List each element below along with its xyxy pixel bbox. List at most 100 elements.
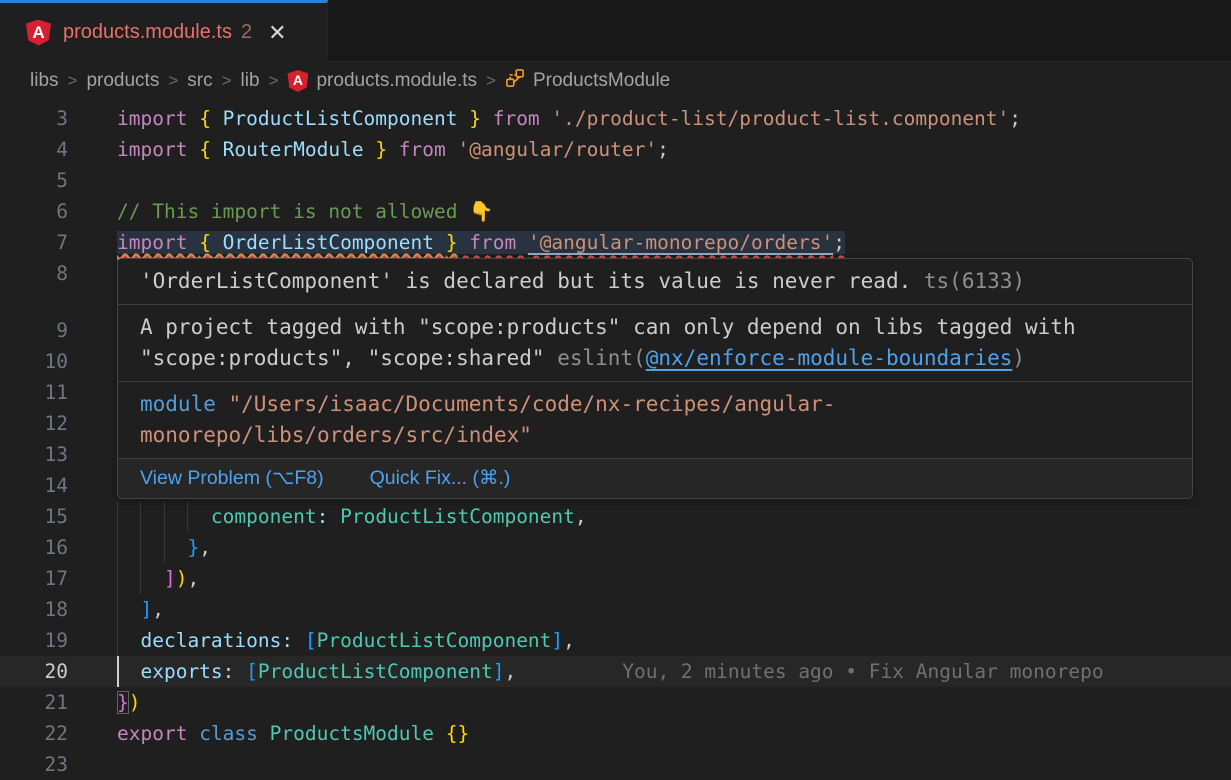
line-number[interactable]: 8 bbox=[0, 258, 68, 289]
token: ] bbox=[140, 598, 152, 621]
line-number[interactable]: 15 bbox=[0, 501, 68, 532]
token: } bbox=[187, 536, 199, 559]
code-line-content: declarations: [ProductListComponent], bbox=[68, 625, 1231, 656]
hover-eslint-message: A project tagged with "scope:products" c… bbox=[118, 305, 1192, 382]
breadcrumb-item-products[interactable]: products bbox=[86, 70, 159, 92]
line-number[interactable]: 6 bbox=[0, 196, 68, 227]
chevron-right-icon: > bbox=[269, 71, 279, 91]
breadcrumb-item-libs[interactable]: libs bbox=[30, 70, 59, 92]
view-problem-link[interactable]: View Problem (⌥F8) bbox=[140, 463, 324, 494]
tab-products-module[interactable]: A products.module.ts 2 ✕ bbox=[0, 0, 328, 62]
line-number[interactable]: 3 bbox=[0, 103, 68, 134]
line-number[interactable]: 23 bbox=[0, 749, 68, 780]
breadcrumb-item-file[interactable]: A products.module.ts bbox=[287, 70, 477, 92]
token: , bbox=[152, 598, 164, 621]
token: ProductListComponent bbox=[317, 629, 552, 652]
breadcrumb-item-symbol[interactable]: ProductsModule bbox=[505, 68, 670, 94]
breadcrumb-item-src[interactable]: src bbox=[187, 70, 212, 92]
code-line-content: import { RouterModule } from '@angular/r… bbox=[68, 134, 1231, 165]
code-line-content bbox=[68, 165, 1231, 196]
code-line-content: ], bbox=[68, 594, 1231, 625]
indent-guide bbox=[164, 501, 165, 532]
breadcrumb-item-lib[interactable]: lib bbox=[241, 70, 260, 92]
hover-module-info: module "/Users/isaac/Documents/code/nx-r… bbox=[118, 382, 1192, 459]
quick-fix-link[interactable]: Quick Fix... (⌘.) bbox=[370, 463, 511, 494]
line-number[interactable]: 14 bbox=[0, 470, 68, 501]
line-number[interactable]: 11 bbox=[0, 377, 68, 408]
close-icon[interactable]: ✕ bbox=[268, 22, 286, 44]
token: from bbox=[387, 138, 457, 161]
token: './product-list/product-list.component' bbox=[551, 107, 1009, 130]
line-number[interactable]: 4 bbox=[0, 134, 68, 165]
chevron-right-icon: > bbox=[68, 71, 78, 91]
token: } bbox=[117, 691, 129, 714]
line-number[interactable]: 17 bbox=[0, 563, 68, 594]
indent-guide bbox=[187, 501, 188, 532]
code-line[interactable]: 22export class ProductsModule {} bbox=[0, 718, 1231, 749]
code-line[interactable]: 20 exports: [ProductListComponent],You, … bbox=[0, 656, 1231, 687]
git-blame-annotation: You, 2 minutes ago • Fix Angular monorep… bbox=[622, 660, 1103, 683]
token: , bbox=[187, 567, 199, 590]
code-line[interactable]: 18 ], bbox=[0, 594, 1231, 625]
line-number[interactable]: 9 bbox=[0, 315, 68, 346]
code-line[interactable]: 23 bbox=[0, 749, 1231, 780]
code-line[interactable]: 19 declarations: [ProductListComponent], bbox=[0, 625, 1231, 656]
token: 👇 bbox=[469, 200, 493, 223]
hover-popup: 'OrderListComponent' is declared but its… bbox=[117, 258, 1193, 499]
code-line-content: }) bbox=[68, 687, 1231, 718]
line-number[interactable]: 20 bbox=[0, 656, 68, 687]
token: ; bbox=[657, 138, 669, 161]
token: { bbox=[199, 107, 211, 130]
line-number[interactable]: 5 bbox=[0, 165, 68, 196]
token: OrderListComponent bbox=[211, 231, 446, 254]
code-line[interactable]: 17 ]), bbox=[0, 563, 1231, 594]
line-number[interactable]: 18 bbox=[0, 594, 68, 625]
token: RouterModule bbox=[211, 138, 375, 161]
chevron-right-icon: > bbox=[168, 71, 178, 91]
indent-guide bbox=[117, 625, 118, 656]
token: ] bbox=[164, 567, 176, 590]
tab-error-count: 2 bbox=[241, 21, 252, 44]
class-symbol-icon bbox=[505, 68, 525, 94]
code-line[interactable]: 16 }, bbox=[0, 532, 1231, 563]
code-line[interactable]: 6// This import is not allowed 👇 bbox=[0, 196, 1231, 227]
line-number[interactable]: 13 bbox=[0, 439, 68, 470]
angular-icon: A bbox=[26, 20, 51, 46]
token: import bbox=[117, 107, 199, 130]
token: ; bbox=[833, 231, 845, 254]
code-line[interactable]: 7 import { OrderListComponent } from '@an… bbox=[0, 227, 1231, 258]
token: import bbox=[117, 231, 199, 254]
line-number[interactable]: 12 bbox=[0, 408, 68, 439]
line-number[interactable]: 22 bbox=[0, 718, 68, 749]
code-line[interactable]: 21}) bbox=[0, 687, 1231, 718]
indent-guide bbox=[140, 501, 141, 532]
token: ) bbox=[176, 567, 188, 590]
token: ] bbox=[551, 629, 563, 652]
tab-title: products.module.ts bbox=[63, 21, 232, 44]
code-line[interactable]: 4import { RouterModule } from '@angular/… bbox=[0, 134, 1231, 165]
code-line-content: ]), bbox=[68, 563, 1231, 594]
line-number[interactable]: 16 bbox=[0, 532, 68, 563]
code-line[interactable]: 15 component: ProductListComponent, bbox=[0, 501, 1231, 532]
indent-guide bbox=[117, 563, 118, 594]
token: ProductListComponent bbox=[211, 107, 469, 130]
code-line[interactable]: 3import { ProductListComponent } from '.… bbox=[0, 103, 1231, 134]
line-number[interactable]: 7 bbox=[0, 227, 68, 258]
token: { bbox=[199, 231, 211, 254]
line-number[interactable]: 21 bbox=[0, 687, 68, 718]
breadcrumb: libs > products > src > lib > A products… bbox=[0, 62, 1231, 100]
token: ) bbox=[129, 691, 141, 714]
code-line[interactable]: 5 bbox=[0, 165, 1231, 196]
eslint-rule-link[interactable]: @nx/enforce-module-boundaries bbox=[646, 346, 1013, 370]
code-line-content: component: ProductListComponent, bbox=[68, 501, 1231, 532]
error-highlight-range: import { OrderListComponent } from '@ang… bbox=[117, 231, 845, 254]
line-number[interactable]: 10 bbox=[0, 346, 68, 377]
line-number[interactable]: 19 bbox=[0, 625, 68, 656]
token bbox=[117, 598, 140, 621]
token bbox=[117, 536, 187, 559]
token: class bbox=[199, 722, 269, 745]
hover-status-bar: View Problem (⌥F8) Quick Fix... (⌘.) bbox=[118, 459, 1192, 498]
code-line-content bbox=[68, 749, 1231, 780]
token: } bbox=[469, 107, 481, 130]
token: [ bbox=[305, 629, 317, 652]
